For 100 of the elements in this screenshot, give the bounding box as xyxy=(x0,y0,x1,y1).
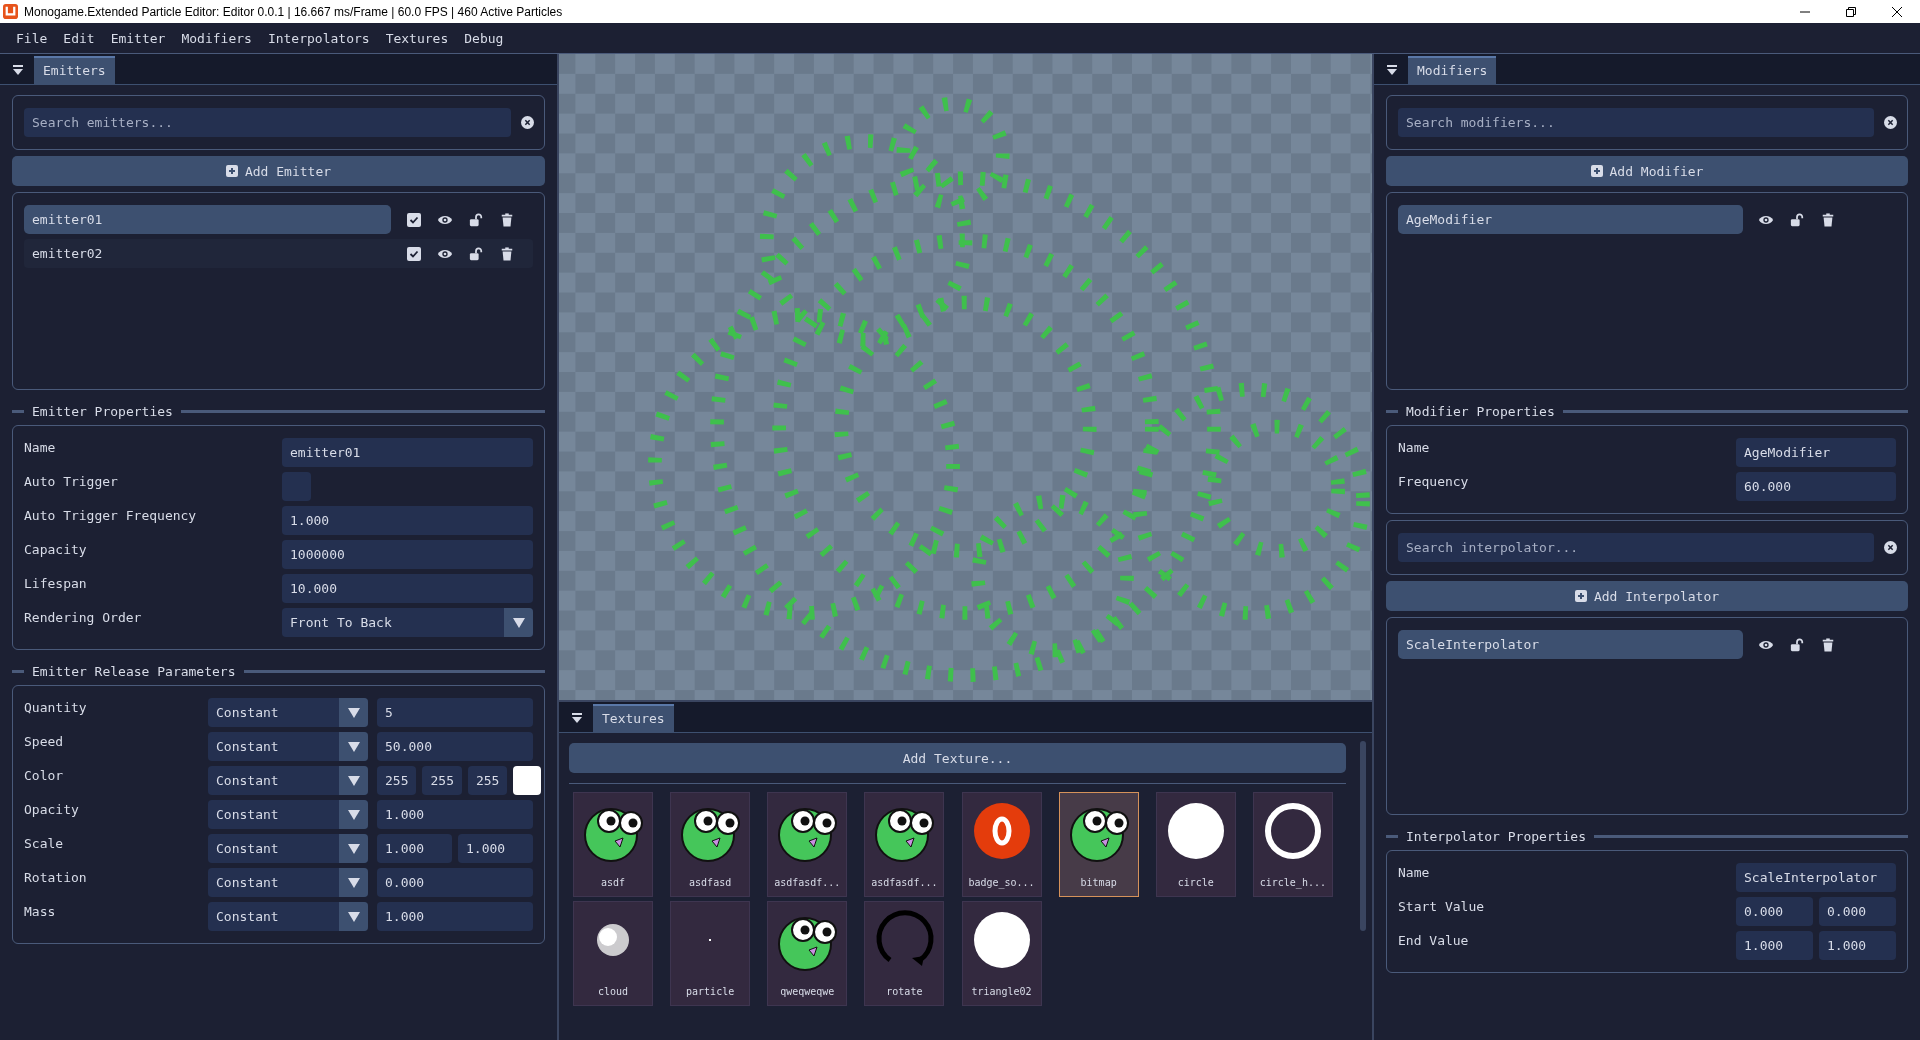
add-modifier-button[interactable]: Add Modifier xyxy=(1386,156,1908,186)
text-field[interactable]: 1.000 xyxy=(1736,931,1813,960)
menu-item[interactable]: Textures xyxy=(377,30,457,46)
number-field[interactable]: 255 xyxy=(467,766,508,795)
add-texture-button[interactable]: Add Texture... xyxy=(569,743,1346,773)
unlock-icon[interactable] xyxy=(468,246,484,261)
checkbox[interactable] xyxy=(282,472,311,501)
caret-icon xyxy=(347,775,360,786)
texture-tile[interactable]: rotate xyxy=(864,901,945,1006)
add-interpolator-button[interactable]: Add Interpolator xyxy=(1386,581,1908,611)
number-field[interactable]: 5 xyxy=(377,698,533,727)
caret-icon xyxy=(347,741,360,752)
menu-item[interactable]: Modifiers xyxy=(173,30,260,46)
dropdown[interactable]: Constant xyxy=(208,766,368,795)
emitter-item[interactable]: emitter01 xyxy=(24,205,391,234)
clear-icon[interactable] xyxy=(521,116,534,129)
section-title: Emitter Release Parameters xyxy=(32,664,236,679)
section-title: Interpolator Properties xyxy=(1406,829,1586,844)
text-field[interactable]: AgeModifier xyxy=(1736,438,1896,467)
texture-tile[interactable]: particle xyxy=(670,901,751,1006)
texture-tile[interactable]: circle xyxy=(1155,792,1236,897)
add-emitter-button[interactable]: Add Emitter xyxy=(12,156,545,186)
menu-item[interactable]: Edit xyxy=(55,30,103,46)
interpolator-item[interactable]: ScaleInterpolator xyxy=(1398,630,1743,659)
collapse-icon[interactable] xyxy=(12,64,24,76)
trash-icon[interactable] xyxy=(1820,212,1836,227)
property-label: Rendering Order xyxy=(24,609,143,625)
number-field[interactable]: 1.000 xyxy=(377,834,452,863)
collapse-icon[interactable] xyxy=(571,712,583,724)
collapse-icon[interactable] xyxy=(1386,64,1398,76)
dropdown[interactable]: Constant xyxy=(208,698,368,727)
color-swatch[interactable] xyxy=(513,766,542,795)
section-title: Modifier Properties xyxy=(1406,404,1555,419)
dropdown[interactable]: Constant xyxy=(208,732,368,761)
caret-icon xyxy=(347,809,360,820)
search-field[interactable]: Search interpolator... xyxy=(1398,533,1874,562)
texture-tile[interactable]: asdf xyxy=(573,792,653,897)
property-label: Name xyxy=(1398,439,1431,455)
caret-icon xyxy=(512,617,525,628)
clear-icon[interactable] xyxy=(1884,541,1897,554)
menu-item[interactable]: Debug xyxy=(456,30,512,46)
trash-icon[interactable] xyxy=(499,212,515,227)
dropdown[interactable]: Front To Back xyxy=(282,608,533,637)
dropdown[interactable]: Constant xyxy=(208,868,368,897)
panel-tab[interactable]: Modifiers xyxy=(1408,56,1497,84)
checkbox[interactable] xyxy=(406,246,422,261)
menu-item[interactable]: Emitter xyxy=(102,30,174,46)
texture-tile[interactable]: badge_so... xyxy=(961,792,1042,897)
text-field[interactable]: 1000000 xyxy=(282,540,533,569)
panel-tab[interactable]: Textures xyxy=(593,704,674,732)
number-field[interactable]: 1.000 xyxy=(377,902,533,931)
number-field[interactable]: 0.000 xyxy=(377,868,533,897)
menu-item[interactable]: File xyxy=(8,30,56,46)
texture-tile[interactable]: circle_h... xyxy=(1252,792,1333,897)
property-label: Scale xyxy=(24,835,65,851)
plus-icon xyxy=(1574,590,1587,602)
texture-tile[interactable]: triangle02 xyxy=(961,901,1042,1006)
text-field[interactable]: 1.000 xyxy=(282,506,533,535)
text-field[interactable]: 60.000 xyxy=(1736,472,1896,501)
clear-icon[interactable] xyxy=(1884,116,1897,129)
texture-tile[interactable]: bitmap xyxy=(1058,792,1139,897)
property-label: Auto Trigger xyxy=(24,473,119,489)
text-field[interactable]: 0.000 xyxy=(1819,897,1896,926)
text-field[interactable]: 1.000 xyxy=(1819,931,1896,960)
property-label: Color xyxy=(24,767,65,783)
unlock-icon[interactable] xyxy=(468,212,484,227)
text-field[interactable]: ScaleInterpolator xyxy=(1736,863,1896,892)
trash-icon[interactable] xyxy=(499,246,515,261)
search-field[interactable]: Search emitters... xyxy=(24,108,511,137)
dropdown[interactable]: Constant xyxy=(208,902,368,931)
trash-icon[interactable] xyxy=(1820,637,1836,652)
search-field[interactable]: Search modifiers... xyxy=(1398,108,1874,137)
number-field[interactable]: 255 xyxy=(377,766,417,795)
number-field[interactable]: 1.000 xyxy=(458,834,533,863)
property-label: Rotation xyxy=(24,869,88,885)
text-field[interactable]: 10.000 xyxy=(282,574,533,603)
unlock-icon[interactable] xyxy=(1789,212,1805,227)
property-label: End Value xyxy=(1398,932,1470,948)
texture-tile[interactable]: asdfasdf... xyxy=(864,792,945,897)
plus-icon xyxy=(1590,165,1603,177)
property-label: Name xyxy=(24,439,57,455)
dropdown[interactable]: Constant xyxy=(208,834,368,863)
text-field[interactable]: 0.000 xyxy=(1736,897,1813,926)
texture-tile[interactable]: cloud xyxy=(573,901,653,1006)
checkbox[interactable] xyxy=(406,212,422,227)
texture-tile[interactable]: asdfasd xyxy=(670,792,751,897)
property-label: Mass xyxy=(24,903,57,919)
property-label: Name xyxy=(1398,864,1431,880)
unlock-icon[interactable] xyxy=(1789,637,1805,652)
number-field[interactable]: 255 xyxy=(422,766,462,795)
modifier-item[interactable]: AgeModifier xyxy=(1398,205,1743,234)
panel-tab[interactable]: Emitters xyxy=(34,56,115,84)
dropdown[interactable]: Constant xyxy=(208,800,368,829)
caret-icon xyxy=(347,911,360,922)
menu-item[interactable]: Interpolators xyxy=(259,30,378,46)
texture-tile[interactable]: asdfasdf... xyxy=(767,792,848,897)
texture-tile[interactable]: qweqweqwe xyxy=(767,901,848,1006)
text-field[interactable]: emitter01 xyxy=(282,438,533,467)
number-field[interactable]: 1.000 xyxy=(377,800,533,829)
number-field[interactable]: 50.000 xyxy=(377,732,533,761)
